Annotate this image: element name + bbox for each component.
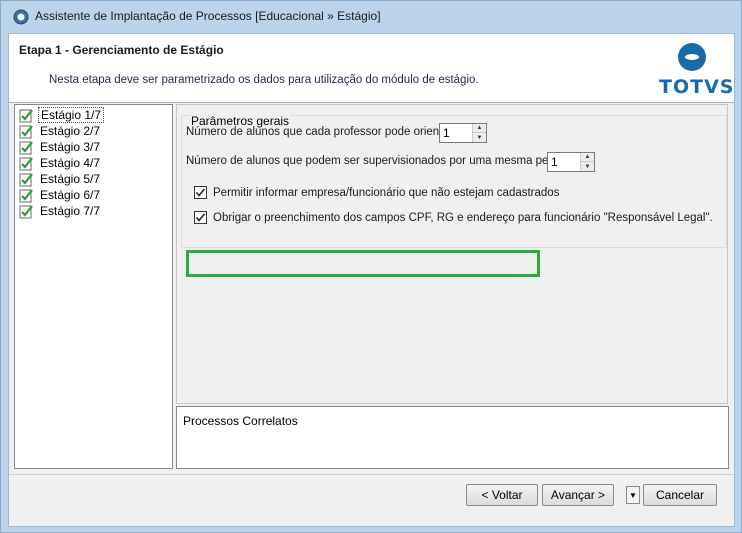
allow-unregistered-checkbox[interactable] (194, 186, 207, 199)
step-done-icon (19, 140, 33, 154)
totvs-logo-icon (678, 43, 706, 71)
title-bar[interactable]: Assistente de Implantação de Processos [… (1, 1, 741, 31)
step-label: Estágio 2/7 (40, 124, 101, 138)
step-item-6[interactable]: Estágio 6/7 (19, 187, 102, 203)
highlight-box (186, 250, 540, 277)
back-button[interactable]: < Voltar (466, 484, 538, 506)
chevron-down-icon[interactable]: ▼ (626, 486, 640, 504)
step-item-2[interactable]: Estágio 2/7 (19, 123, 102, 139)
app-icon (13, 9, 29, 25)
window-title: Assistente de Implantação de Processos [… (35, 9, 381, 23)
step-item-5[interactable]: Estágio 5/7 (19, 171, 102, 187)
wizard-client: Etapa 1 - Gerenciamento de Estágio Nesta… (8, 33, 735, 527)
step-done-icon (19, 172, 33, 186)
stepper-up-icon[interactable]: ▲ (473, 124, 486, 133)
checkmark-icon (195, 188, 206, 197)
params-panel: Parâmetros gerais Número de alunos que c… (176, 104, 728, 404)
allow-unregistered-checkbox-row[interactable]: Permitir informar empresa/funcionário qu… (194, 186, 559, 199)
footer-divider (9, 474, 734, 475)
checkmark-icon (195, 213, 206, 222)
step-item-7[interactable]: Estágio 7/7 (19, 203, 102, 219)
steps-list[interactable]: Estágio 1/7 Estágio 2/7 Estágio 3/7 Está… (14, 104, 173, 469)
related-processes-panel: Processos Correlatos (176, 406, 729, 469)
step-label: Estágio 3/7 (40, 140, 101, 154)
logo-text: TOTVS (659, 76, 735, 98)
checkbox-label: Permitir informar empresa/funcionário qu… (213, 186, 560, 199)
stepper-down-icon[interactable]: ▼ (581, 162, 594, 171)
step-label: Estágio 6/7 (40, 188, 101, 202)
field2-label: Número de alunos que podem ser supervisi… (186, 155, 576, 167)
field1-label: Número de alunos que cada professor pode… (186, 126, 456, 138)
stepper-up-icon[interactable]: ▲ (581, 153, 594, 162)
professor-students-stepper[interactable]: 1 ▲ ▼ (439, 123, 487, 143)
cancel-button[interactable]: Cancelar (643, 484, 717, 506)
step-done-icon (19, 204, 33, 218)
supervised-students-stepper[interactable]: 1 ▲ ▼ (547, 152, 595, 172)
step-done-icon (19, 188, 33, 202)
step-done-icon (19, 124, 33, 138)
header-divider (9, 102, 734, 103)
stepper-down-icon[interactable]: ▼ (473, 133, 486, 142)
related-title: Processos Correlatos (183, 414, 298, 428)
step-label: Estágio 5/7 (40, 172, 101, 186)
step-done-icon (19, 108, 33, 122)
step-item-4[interactable]: Estágio 4/7 (19, 155, 102, 171)
step-item-3[interactable]: Estágio 3/7 (19, 139, 102, 155)
step-title: Etapa 1 - Gerenciamento de Estágio (19, 43, 224, 57)
stepper-value: 1 (551, 155, 558, 169)
step-label: Estágio 4/7 (40, 156, 101, 170)
step-description: Nesta etapa deve ser parametrizado os da… (49, 74, 479, 86)
require-cpf-checkbox-row[interactable]: Obrigar o preenchimento dos campos CPF, … (194, 211, 713, 224)
step-item-1[interactable]: Estágio 1/7 (19, 107, 105, 123)
step-label: Estágio 7/7 (40, 204, 101, 218)
step-done-icon (19, 156, 33, 170)
stepper-buttons: ▲ ▼ (472, 124, 486, 142)
next-button[interactable]: Avançar > (542, 484, 614, 506)
stepper-value: 1 (443, 126, 450, 140)
step-content: Parâmetros gerais Número de alunos que c… (176, 104, 729, 469)
totvs-logo: TOTVS (659, 42, 735, 98)
checkbox-label: Obrigar o preenchimento dos campos CPF, … (213, 211, 713, 224)
wizard-window: Assistente de Implantação de Processos [… (0, 0, 742, 533)
require-cpf-checkbox[interactable] (194, 211, 207, 224)
stepper-buttons: ▲ ▼ (580, 153, 594, 171)
step-label: Estágio 1/7 (38, 107, 105, 123)
wizard-header: Etapa 1 - Gerenciamento de Estágio Nesta… (9, 34, 734, 102)
